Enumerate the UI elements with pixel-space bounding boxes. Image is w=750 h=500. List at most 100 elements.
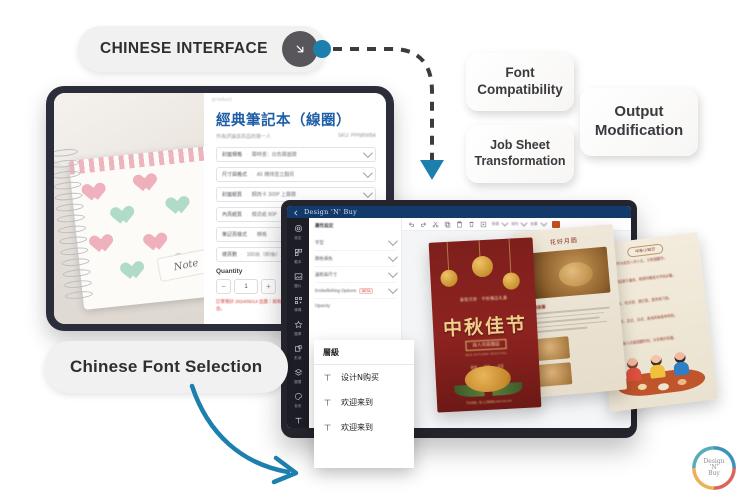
feature-line-1: Output — [614, 103, 664, 121]
rail-item-settings[interactable]: 設定 — [293, 223, 304, 240]
duplicate-icon[interactable] — [480, 221, 487, 228]
chevron-down-icon — [387, 252, 398, 263]
feature-card-font-compatibility[interactable]: Font Compatibility — [466, 53, 574, 111]
feature-line-2: Modification — [594, 122, 684, 139]
chevron-down-icon — [520, 219, 528, 227]
toolbar-select-effects[interactable]: 效果 — [530, 219, 548, 227]
paste-icon[interactable] — [456, 220, 463, 228]
product-review-link[interactable]: 作為評論該商品的第一人 — [216, 133, 271, 140]
property-label: 字型 — [315, 239, 324, 245]
heart-motif — [85, 183, 107, 203]
list-text: 赏月、吃月饼、提灯笼，是传统习俗。 — [614, 295, 673, 307]
property-row-embellishing[interactable]: Embellishing Options BETA — [315, 283, 398, 299]
font-selection-panel[interactable]: 層級 设计N购买 欢迎来到 欢迎来到 — [314, 340, 414, 468]
quantity-input[interactable]: 1 — [234, 279, 258, 294]
option-label: 尺寸與格式 — [222, 172, 248, 178]
feature-card-text: Output Modification — [595, 103, 683, 141]
chevron-down-icon — [387, 268, 398, 279]
quantity-decrease-button[interactable]: − — [216, 279, 231, 294]
rail-item-shapes[interactable]: 形狀 — [293, 343, 304, 360]
copy-icon[interactable] — [444, 221, 451, 228]
connector-start-dot — [313, 40, 331, 58]
feature-line-2: Compatibility — [477, 82, 563, 97]
font-option[interactable]: 欢迎来到 — [314, 390, 414, 415]
option-separator: · — [246, 151, 248, 158]
shapes-icon — [293, 343, 304, 354]
feature-card-text: Job Sheet Transformation — [475, 138, 566, 169]
font-panel-header: 層級 — [314, 340, 414, 365]
property-row-border[interactable]: 邊框與尺寸 — [315, 267, 398, 283]
watermark-logo: Design 'N' Buy — [692, 446, 736, 490]
callout-chinese-interface[interactable]: CHINESE INTERFACE — [78, 26, 326, 72]
text-icon — [323, 398, 332, 407]
poster-canvas: Note product 經典筆記本（線圈） 作為評論該商品的第一人 SKU: … — [0, 0, 750, 500]
app-name: Design 'N' Buy — [304, 208, 358, 216]
option-label: 封面規格 — [222, 152, 243, 158]
product-image-panel: Note — [54, 93, 204, 324]
font-option-label: 欢迎来到 — [341, 423, 373, 432]
image-icon — [293, 271, 304, 282]
option-label: 封面紙質 — [222, 192, 243, 198]
design-preview-flyer: 泰悦月饼 · 中秋臻品礼盒 中秋佳节 與人月兩團圓 MID-AUTUMN FES… — [428, 237, 542, 413]
property-row-fill[interactable]: 顏色填色 — [315, 251, 398, 267]
heart-motif — [147, 233, 169, 253]
feature-line-1: Font — [505, 65, 535, 81]
rail-item-qr[interactable]: 條碼 — [293, 295, 304, 312]
blue-arrow-path — [189, 383, 291, 475]
option-label: 內頁紙質 — [222, 212, 243, 218]
property-label-wrap: Embellishing Options BETA — [315, 287, 374, 294]
feature-line-1: Job Sheet — [490, 138, 550, 153]
flyer-ribbon: 與人月兩團圓 — [465, 338, 507, 352]
redo-icon[interactable] — [420, 221, 427, 228]
lantern-icon — [440, 269, 458, 288]
font-option[interactable]: 欢迎来到 — [314, 415, 414, 440]
property-label: 邊框與尺寸 — [315, 271, 337, 277]
layers-icon — [293, 367, 304, 378]
properties-header: 屬性設定 — [315, 223, 334, 228]
property-label: Embellishing Options — [315, 288, 357, 293]
person-body — [649, 364, 666, 379]
quantity-increase-button[interactable]: + — [261, 279, 276, 294]
blue-curved-arrow — [189, 383, 299, 485]
logo-text: Design 'N' Buy — [692, 446, 736, 490]
color-swatch[interactable] — [551, 220, 560, 228]
toolbar-select-align[interactable]: 對齊 — [492, 219, 509, 227]
list-text: 月饼起源于唐宋，明清时期成为节庆必备。 — [611, 273, 677, 285]
cut-icon[interactable] — [432, 221, 439, 228]
rail-item-template[interactable]: 範本 — [293, 247, 304, 264]
flyer-subtitle: MID-AUTUMN FESTIVAL — [465, 350, 508, 358]
person-body — [673, 361, 690, 376]
template-icon — [293, 247, 304, 258]
option-separator: · — [251, 171, 253, 178]
person-illustration — [673, 351, 690, 376]
property-row-opacity[interactable]: Opacity — [315, 299, 395, 312]
rail-label: 形狀 — [294, 356, 302, 360]
toolbar-select-arrange[interactable]: 排列 — [511, 219, 528, 227]
option-label: 總頁數 — [222, 252, 238, 258]
rail-item-image[interactable]: 圖片 — [293, 271, 304, 288]
notebook-label: Note — [156, 247, 204, 283]
qr-icon — [293, 295, 304, 306]
feature-card-job-sheet-transformation[interactable]: Job Sheet Transformation — [466, 125, 574, 183]
font-option[interactable]: 设计N购买 — [314, 365, 414, 390]
delete-icon[interactable] — [468, 221, 475, 228]
person-body — [625, 366, 642, 382]
feature-card-output-modification[interactable]: Output Modification — [580, 88, 698, 156]
option-label: 筆記頁樣式 — [222, 232, 248, 238]
lantern-icon — [502, 272, 521, 290]
callout-label: Chinese Font Selection — [70, 357, 263, 376]
feature-card-text: Font Compatibility — [477, 65, 563, 99]
option-separator: · — [241, 251, 243, 258]
flyer-footer: 門市據點／線上訂購專線 0800-000-000 — [466, 399, 512, 406]
property-label: Opacity — [315, 303, 330, 308]
brochure-header: 中秋小知识 — [626, 243, 664, 258]
rail-item-clipart[interactable]: 圖庫 — [293, 319, 304, 336]
property-row-font[interactable]: 字型 — [315, 235, 398, 251]
mooncake-photo — [522, 246, 611, 300]
rail-label: 範本 — [294, 260, 302, 264]
tablet-browser-hint: product — [212, 97, 233, 103]
undo-icon[interactable] — [408, 221, 415, 228]
font-option-label: 欢迎来到 — [341, 398, 373, 407]
settings-icon — [293, 223, 304, 234]
callout-label: CHINESE INTERFACE — [100, 40, 268, 57]
